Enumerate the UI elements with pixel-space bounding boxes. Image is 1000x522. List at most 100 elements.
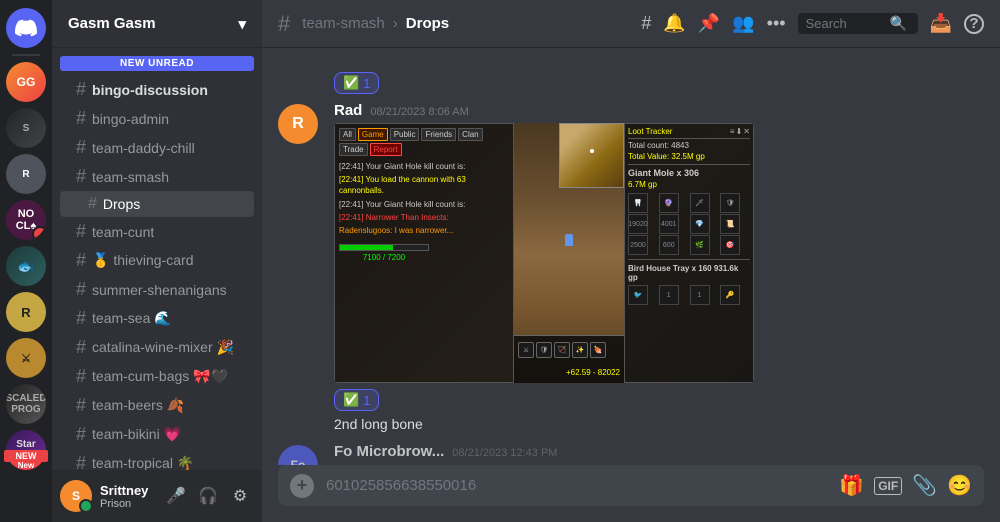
channel-item-team-cunt[interactable]: # team-cunt [60,217,254,246]
message-group-reaction: ✅ 1 [262,64,1000,98]
new-badge-label: New [4,450,48,462]
channel-name: team-sea 🌊 [92,310,172,327]
channel-header: # team-smash › Drops # 🔔 📌 👥 ••• 🔍 📥 ? [262,0,1000,48]
server-icon-2[interactable]: R [6,154,46,194]
server-icon-5[interactable]: R [6,292,46,332]
hash-icon: # [76,366,86,387]
server-icon-6[interactable]: ⚔ [6,338,46,378]
loot-grid: 🦷 🔮 🗡 🛡 19020 4001 💎 📜 2500 600 [628,193,750,255]
mute-button[interactable]: 🎤 [162,482,190,510]
channel-name: team-bikini 💗 [92,426,181,443]
hash-icon: # [88,195,97,213]
app-container: GG S R NOCL♠ 🐟 R ⚔ SCALEDPROG StarWars N… [0,0,1000,522]
server-icon-1[interactable]: S [6,108,46,148]
reaction-check-rad[interactable]: ✅ 1 [334,389,379,411]
channel-hash-icon: # [278,11,290,37]
server-icon-3[interactable]: NOCL♠ [6,200,46,240]
input-right-icons: 🎁 GIF 📎 😊 [839,473,972,498]
channel-item-team-bikini[interactable]: # team-bikini 💗 [60,420,254,449]
channel-item-team-tropical[interactable]: # team-tropical 🌴 [60,449,254,470]
hash-icon: # [76,137,86,158]
hashtag-icon[interactable]: # [641,13,651,34]
hash-icon: # [76,308,86,329]
emoji-icon[interactable]: 😊 [947,473,972,498]
channel-item-thieving-card[interactable]: # 🥇 thieving-card [60,246,254,275]
game-right-panel: Loot Tracker ≡ ⬇ ✕ Total count: 4843 [624,123,754,383]
message-input-area: + 🎁 GIF 📎 😊 [262,465,1000,522]
channel-item-team-smash[interactable]: # team-smash [60,162,254,191]
members-icon[interactable]: 👥 [732,13,754,34]
new-unread-badge: NEW UNREAD [60,56,254,71]
server-divider [12,54,40,56]
chat-line-4: [22:41] Narrower Than Insects: [339,212,509,223]
channel-name: team-smash [92,169,169,185]
user-info: Srittney Prison [100,483,154,510]
game-ui: All Game Public Friends Clan Trade Repor… [334,123,754,383]
deafen-button[interactable]: 🎧 [194,482,222,510]
reaction-bar: ✅ 1 [334,72,379,94]
pin-icon[interactable]: 📌 [698,13,720,34]
hash-icon: # [76,250,86,271]
help-icon[interactable]: ? [964,14,984,34]
channel-item-team-daddy-chill[interactable]: # team-daddy-chill [60,133,254,162]
channel-name: bingo-admin [92,111,169,127]
channel-name: team-tropical 🌴 [92,455,194,470]
channel-name: bingo-discussion [92,82,208,98]
chat-line-1: [22:41] Your Giant Hole kill count is: [339,161,509,172]
action-bar: ⚔ 🛡 🏹 ✨ 🍖 +62.59 - 82022 [514,335,624,383]
channel-item-bingo-discussion[interactable]: # bingo-discussion [60,75,254,104]
channel-item-team-beers[interactable]: # team-beers 🍂 [60,391,254,420]
server-name: Gasm Gasm [68,15,156,32]
server-header[interactable]: Gasm Gasm ▾ [52,0,262,48]
message-author-rad: Rad [334,102,362,119]
breadcrumb: team-smash › Drops [302,15,449,32]
channel-item-drops[interactable]: # Drops [60,191,254,217]
channel-name: summer-shenanigans [92,282,227,298]
gif-button[interactable]: GIF [874,477,902,495]
bell-icon[interactable]: 🔔 [663,13,685,34]
message-avatar-rad: R [278,104,318,144]
discord-home-icon[interactable] [6,8,46,48]
channel-item-team-cum-bags[interactable]: # team-cum-bags 🎀🖤 [60,362,254,391]
main-content: # team-smash › Drops # 🔔 📌 👥 ••• 🔍 📥 ? [262,0,1000,522]
channel-item-catalina-wine-mixer[interactable]: # catalina-wine-mixer 🎉 [60,333,254,362]
loot-grid-2: 🐦 1 1 🔑 [628,285,750,305]
gift-icon[interactable]: 🎁 [839,473,864,498]
server-icon-4[interactable]: 🐟 [6,246,46,286]
reaction-count: 1 [363,76,370,91]
channel-name: team-cunt [92,224,154,240]
hash-icon: # [76,453,86,470]
upload-icon[interactable]: 📎 [912,473,937,498]
settings-button[interactable]: ⚙ [226,482,254,510]
hash-icon: # [76,108,86,129]
user-avatar: S [60,480,92,512]
message-timestamp-fo: 08/21/2023 12:43 PM [452,447,557,459]
header-actions: # 🔔 📌 👥 ••• 🔍 📥 ? [641,13,984,34]
reaction-emoji: ✅ [343,75,359,91]
messages-area[interactable]: ✅ 1 R Rad 08/21/2023 8:06 AM [262,48,1000,465]
inbox-icon[interactable]: 📥 [930,13,952,34]
message-content-rad: Rad 08/21/2023 8:06 AM All Game Public [334,102,984,435]
hash-icon: # [76,337,86,358]
reaction-count: 1 [363,393,370,408]
server-icon-0[interactable]: GG [6,62,46,102]
hash-icon: # [76,424,86,445]
channel-item-bingo-admin[interactable]: # bingo-admin [60,104,254,133]
channel-name: team-daddy-chill [92,140,195,156]
channel-item-team-sea[interactable]: # team-sea 🌊 [60,304,254,333]
server-icon-7[interactable]: SCALEDPROG [6,384,46,424]
message-input[interactable] [326,477,827,494]
channel-name: team-cum-bags 🎀🖤 [92,368,228,385]
search-icon: 🔍 [890,15,907,32]
more-icon[interactable]: ••• [767,13,786,34]
breadcrumb-server: team-smash [302,15,385,32]
user-name: Srittney [100,483,154,498]
channel-list: NEW UNREAD # bingo-discussion # bingo-ad… [52,48,262,470]
channel-name: Drops [103,196,140,212]
chat-line-2: [22:41] You load the cannon with 63 cann… [339,174,509,196]
reaction-checkmark[interactable]: ✅ 1 [334,72,379,94]
game-main-area: ⚔ 🛡 🏹 ✨ 🍖 +62.59 - 82022 [514,123,624,383]
channel-item-summer-shenanigans[interactable]: # summer-shenanigans [60,275,254,304]
add-attachment-button[interactable]: + [290,474,314,498]
search-input[interactable] [806,16,886,31]
